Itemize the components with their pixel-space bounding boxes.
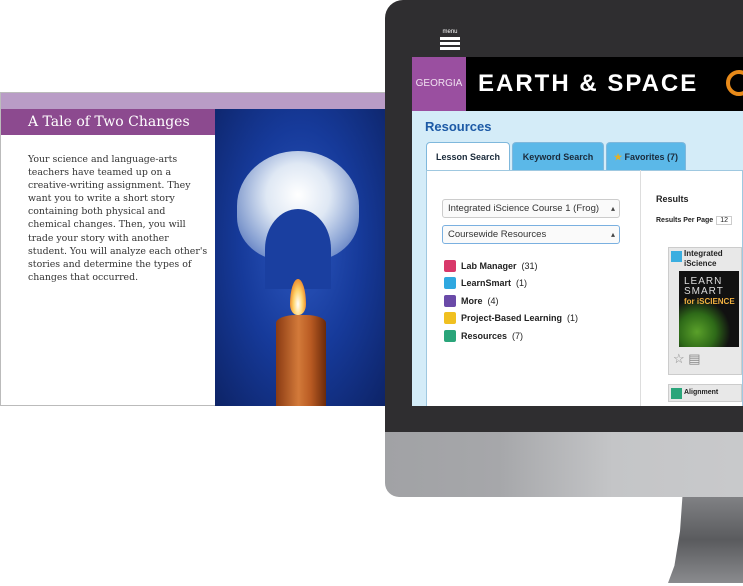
tile-actions: ☆ ▤ — [673, 351, 701, 367]
ice-arch — [265, 209, 331, 289]
thumbnail-text: LEARN SMART — [684, 276, 724, 297]
menu-label: menu — [442, 29, 458, 35]
hamburger-icon — [440, 37, 460, 50]
star-icon: ★ — [613, 152, 623, 162]
tab-keyword-search[interactable]: Keyword Search — [512, 142, 604, 170]
card-top-band — [1, 93, 386, 109]
category-count: (31) — [521, 261, 538, 271]
app-header: GEORGIA EARTH & SPACE — [412, 57, 743, 111]
resource-select[interactable]: Coursewide Resources ▴ — [442, 225, 620, 244]
category-label: Project-Based Learning — [461, 313, 563, 323]
monitor-chin — [385, 432, 743, 497]
select-arrows-icon: ▴ — [610, 204, 615, 213]
lesson-card: A Tale of Two Changes Your science and l… — [0, 92, 386, 406]
resources-icon — [671, 388, 682, 399]
brand-title: EARTH & SPACE — [478, 70, 699, 97]
pbl-icon — [444, 312, 456, 324]
result-tile[interactable]: Alignment — [668, 384, 742, 402]
select-value: Coursewide Resources — [448, 229, 547, 240]
menu-button[interactable]: menu — [440, 29, 460, 52]
app-screen: GEORGIA EARTH & SPACE Resources Lesson S… — [412, 57, 743, 406]
category-label: LearnSmart — [461, 278, 512, 288]
category-lab-manager[interactable]: Lab Manager (31) — [444, 260, 538, 272]
tab-lesson-search[interactable]: Lesson Search — [426, 142, 510, 171]
card-title: A Tale of Two Changes — [1, 109, 215, 135]
thumbnail-subtext: for iSCIENCE — [684, 297, 735, 306]
resources-icon — [444, 330, 456, 342]
divider — [640, 170, 641, 406]
lab-manager-icon — [444, 260, 456, 272]
category-resources[interactable]: Resources (7) — [444, 330, 523, 342]
select-value: Integrated iScience Course 1 (Frog) — [448, 203, 600, 214]
candle-ice-photo — [215, 109, 385, 406]
category-label: Resources — [461, 331, 508, 341]
tab-favorites[interactable]: ★ Favorites (7) — [606, 142, 686, 170]
category-count: (7) — [512, 331, 524, 341]
category-count: (1) — [516, 278, 528, 288]
results-heading: Results — [656, 194, 689, 204]
more-icon — [444, 295, 456, 307]
tab-label: Favorites (7) — [624, 152, 679, 162]
category-count: (4) — [487, 296, 499, 306]
category-project-based-learning[interactable]: Project-Based Learning (1) — [444, 312, 578, 324]
monitor-stand — [668, 497, 743, 583]
state-badge: GEORGIA — [412, 57, 466, 111]
tile-header: Integrated iScience — [669, 248, 741, 270]
category-more[interactable]: More (4) — [444, 295, 499, 307]
iscience-logo-icon — [726, 70, 743, 96]
candle — [276, 315, 326, 406]
card-body: Your science and language-arts teachers … — [28, 154, 208, 283]
tile-title: Alignment — [684, 389, 719, 396]
rpp-select[interactable]: 12 — [716, 216, 732, 225]
tile-title: Integrated iScience — [684, 249, 723, 268]
page-title: Resources — [425, 119, 492, 134]
select-arrows-icon: ▴ — [610, 230, 615, 239]
category-learnsmart[interactable]: LearnSmart (1) — [444, 277, 527, 289]
tile-thumbnail: LEARN SMART for iSCIENCE — [679, 271, 739, 347]
category-label: More — [461, 296, 483, 306]
learnsmart-icon — [444, 277, 456, 289]
rpp-label: Results Per Page — [656, 217, 714, 224]
course-select[interactable]: Integrated iScience Course 1 (Frog) ▴ — [442, 199, 620, 218]
category-label: Lab Manager — [461, 261, 517, 271]
document-icon[interactable]: ▤ — [688, 351, 700, 366]
category-count: (1) — [567, 313, 579, 323]
learnsmart-icon — [671, 251, 682, 262]
result-tile[interactable]: Integrated iScience LEARN SMART for iSCIE… — [668, 247, 742, 375]
favorite-star-icon[interactable]: ☆ — [673, 351, 685, 366]
results-per-page: Results Per Page 12 — [656, 216, 732, 225]
